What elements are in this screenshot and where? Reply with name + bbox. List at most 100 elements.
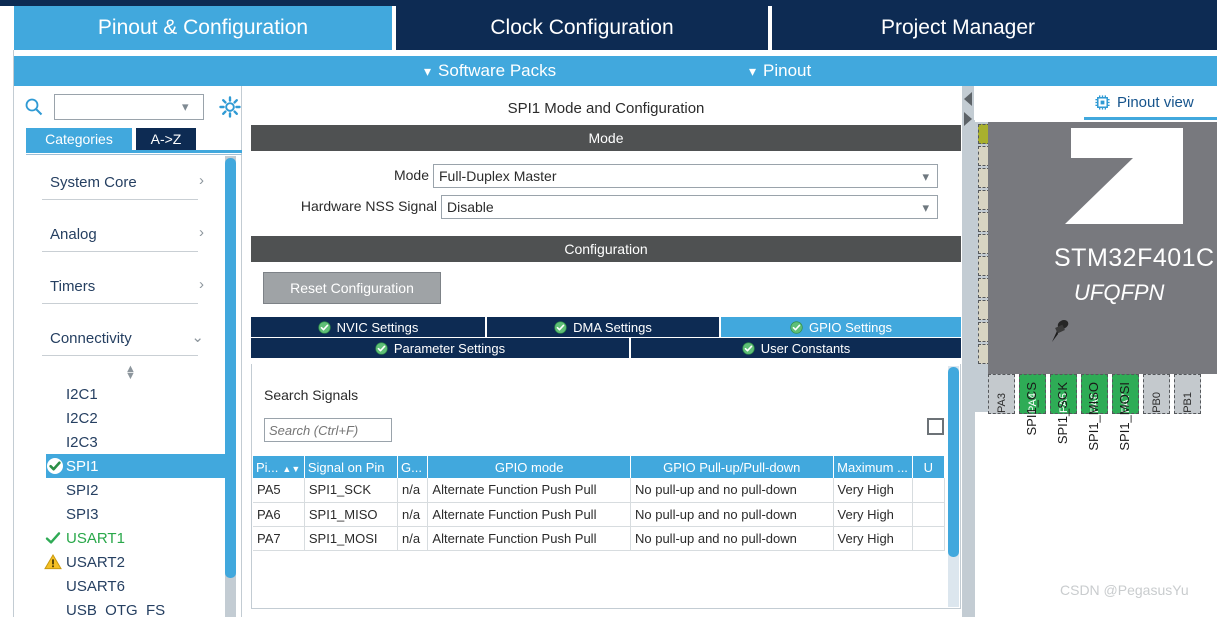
peripheral-item-usart2[interactable]: USART2 [26,550,230,574]
left-panel-scrollbar-thumb[interactable] [225,158,236,578]
nss-dropdown-value: Disable [447,199,494,215]
chip-diagram[interactable]: STM32F401C UFQFPN PA3 PA4 PA5 PA6 PA7 PB… [974,122,1217,414]
pin-signal-label-pa5: SPI1_SCK [1055,382,1070,445]
chip-part-number: STM32F401C [1054,244,1215,272]
tab-pinout-configuration[interactable]: Pinout & Configuration [14,6,392,50]
column-header-user-label[interactable]: U [912,456,946,478]
tab-user-constants[interactable]: User Constants [631,338,961,358]
peripheral-item-usart1[interactable]: USART1 [26,526,230,550]
collapse-left-arrow-icon[interactable] [964,92,972,106]
column-header-gpio-mode[interactable]: GPIO mode [427,456,631,478]
check-circle-icon [47,458,63,474]
chevron-right-icon: › [199,172,204,189]
mode-dropdown-value: Full-Duplex Master [439,168,557,184]
chevron-right-icon: › [199,224,204,241]
pinout-menu-label: Pinout [763,61,812,80]
cell-max-speed: Very High [833,526,913,551]
chevron-right-icon: › [199,276,204,293]
tab-categories[interactable]: Categories [26,128,132,150]
cell-gpio-mode: Alternate Function Push Pull [427,502,631,527]
column-header-gpio-group[interactable]: G... [397,456,429,478]
table-row[interactable]: PA6 SPI1_MISO n/a Alternate Function Pus… [253,502,946,527]
category-system-core-label: System Core [50,173,137,191]
tab-nvic-settings[interactable]: NVIC Settings [251,317,485,337]
show-only-modified-checkbox[interactable] [927,418,944,435]
peripheral-label: USART2 [66,553,125,571]
table-row[interactable]: PA5 SPI1_SCK n/a Alternate Function Push… [253,478,946,503]
tab-a-to-z[interactable]: A->Z [136,128,196,150]
chip-icon [1095,94,1110,110]
tab-clock-configuration[interactable]: Clock Configuration [396,6,768,50]
peripheral-item-i2c2[interactable]: I2C2 [26,406,230,430]
peripheral-item-usart6[interactable]: USART6 [26,574,230,598]
sub-toolbar: ▾ Software Packs ▾ Pinout [14,56,1217,86]
divider [42,355,198,356]
panel-divider[interactable] [962,86,974,617]
tab-project-manager[interactable]: Project Manager [772,6,1144,50]
column-header-pull[interactable]: GPIO Pull-up/Pull-down [630,456,834,478]
table-header-row: Pi... ▲▼ Signal on Pin G... GPIO mode GPI… [253,456,946,478]
cell-max-speed: Very High [833,478,913,503]
check-circle-icon [790,320,803,334]
peripheral-item-i2c1[interactable]: I2C1 [26,382,230,406]
nss-dropdown[interactable]: Disable ▾ [441,195,938,219]
chevron-down-icon: ▾ [749,63,757,79]
tab-gpio-settings[interactable]: GPIO Settings [721,317,961,337]
chip-package: UFQFPN [1074,280,1165,305]
reset-configuration-button[interactable]: Reset Configuration [263,272,441,304]
category-connectivity[interactable]: Connectivity ⌄ [26,312,230,364]
category-timers[interactable]: Timers › [26,260,230,312]
peripheral-label: I2C2 [66,409,98,427]
tab-project-label: Project Manager [880,16,1036,39]
tabbar-right-fill [1144,6,1217,50]
search-signals-label: Search Signals [264,387,359,403]
check-circle-icon [554,320,567,334]
nss-field-label: Hardware NSS Signal [300,198,437,214]
tab-gpio-label: GPIO Settings [808,319,893,335]
peripheral-search-input[interactable] [54,94,204,120]
search-signals-input[interactable] [264,418,392,442]
main-tab-bar: Pinout & Configuration Clock Configurati… [0,0,1217,50]
mode-dropdown[interactable]: Full-Duplex Master ▾ [433,164,938,188]
collapse-right-arrow-icon[interactable] [964,112,972,126]
table-row[interactable]: PA7 SPI1_MOSI n/a Alternate Function Pus… [253,526,946,551]
configuration-tab-strip: NVIC Settings DMA Settings GPIO Settings [251,317,961,358]
tab-dma-settings[interactable]: DMA Settings [487,317,719,337]
chip-body: STM32F401C UFQFPN [988,122,1217,374]
tabbar-left-edge-top [0,0,14,6]
category-timers-label: Timers [50,277,96,295]
tab-dma-label: DMA Settings [573,319,652,335]
tabbar-left-edge [0,0,14,50]
spinner-up-icon: ▲ ▼ [125,363,136,382]
peripheral-item-spi2[interactable]: SPI2 [26,478,230,502]
menu-pinout[interactable]: ▾ Pinout [749,56,811,86]
gpio-panel-scrollbar-thumb[interactable] [948,367,959,557]
column-header-max-speed[interactable]: Maximum ... [833,456,913,478]
menu-software-packs[interactable]: ▾ Software Packs [424,56,556,86]
peripheral-label: SPI1 [66,457,99,475]
category-analog[interactable]: Analog › [26,208,230,260]
cell-gpio-group: n/a [397,502,429,527]
pinout-view-panel: Pinout view STM32F401C UFQFPN PA3 PA4 PA… [974,86,1217,617]
category-system-core[interactable]: System Core › [26,156,230,208]
cell-pin: PA7 [253,526,305,551]
tab-parameter-settings[interactable]: Parameter Settings [251,338,629,358]
tab-pinout-view[interactable]: Pinout view [1094,91,1194,113]
peripheral-item-spi3[interactable]: SPI3 [26,502,230,526]
reset-configuration-label: Reset Configuration [290,280,414,296]
peripheral-item-usb-otg-fs[interactable]: USB_OTG_FS [26,598,230,617]
pinout-view-label: Pinout view [1117,93,1194,111]
peripheral-item-spi1[interactable]: SPI1 [46,454,228,478]
cell-gpio-mode: Alternate Function Push Pull [427,478,631,503]
tab-user-constants-label: User Constants [760,340,851,356]
mode-field-label: Mode [393,167,429,183]
column-header-pin[interactable]: Pi... ▲▼ [253,456,305,478]
scroll-spinner[interactable]: ▲ ▼ [26,364,230,382]
peripheral-search-row: ▾ [14,90,242,124]
cell-pull: No pull-up and no pull-down [630,502,834,527]
column-header-signal[interactable]: Signal on Pin [304,456,399,478]
cell-pull: No pull-up and no pull-down [630,478,834,503]
gear-icon[interactable] [219,96,241,118]
peripheral-item-i2c3[interactable]: I2C3 [26,430,230,454]
pin-signal-labels: SPI1_CS SPI1_SCK SPI1_MISO SPI1_MOSI [988,382,1217,502]
